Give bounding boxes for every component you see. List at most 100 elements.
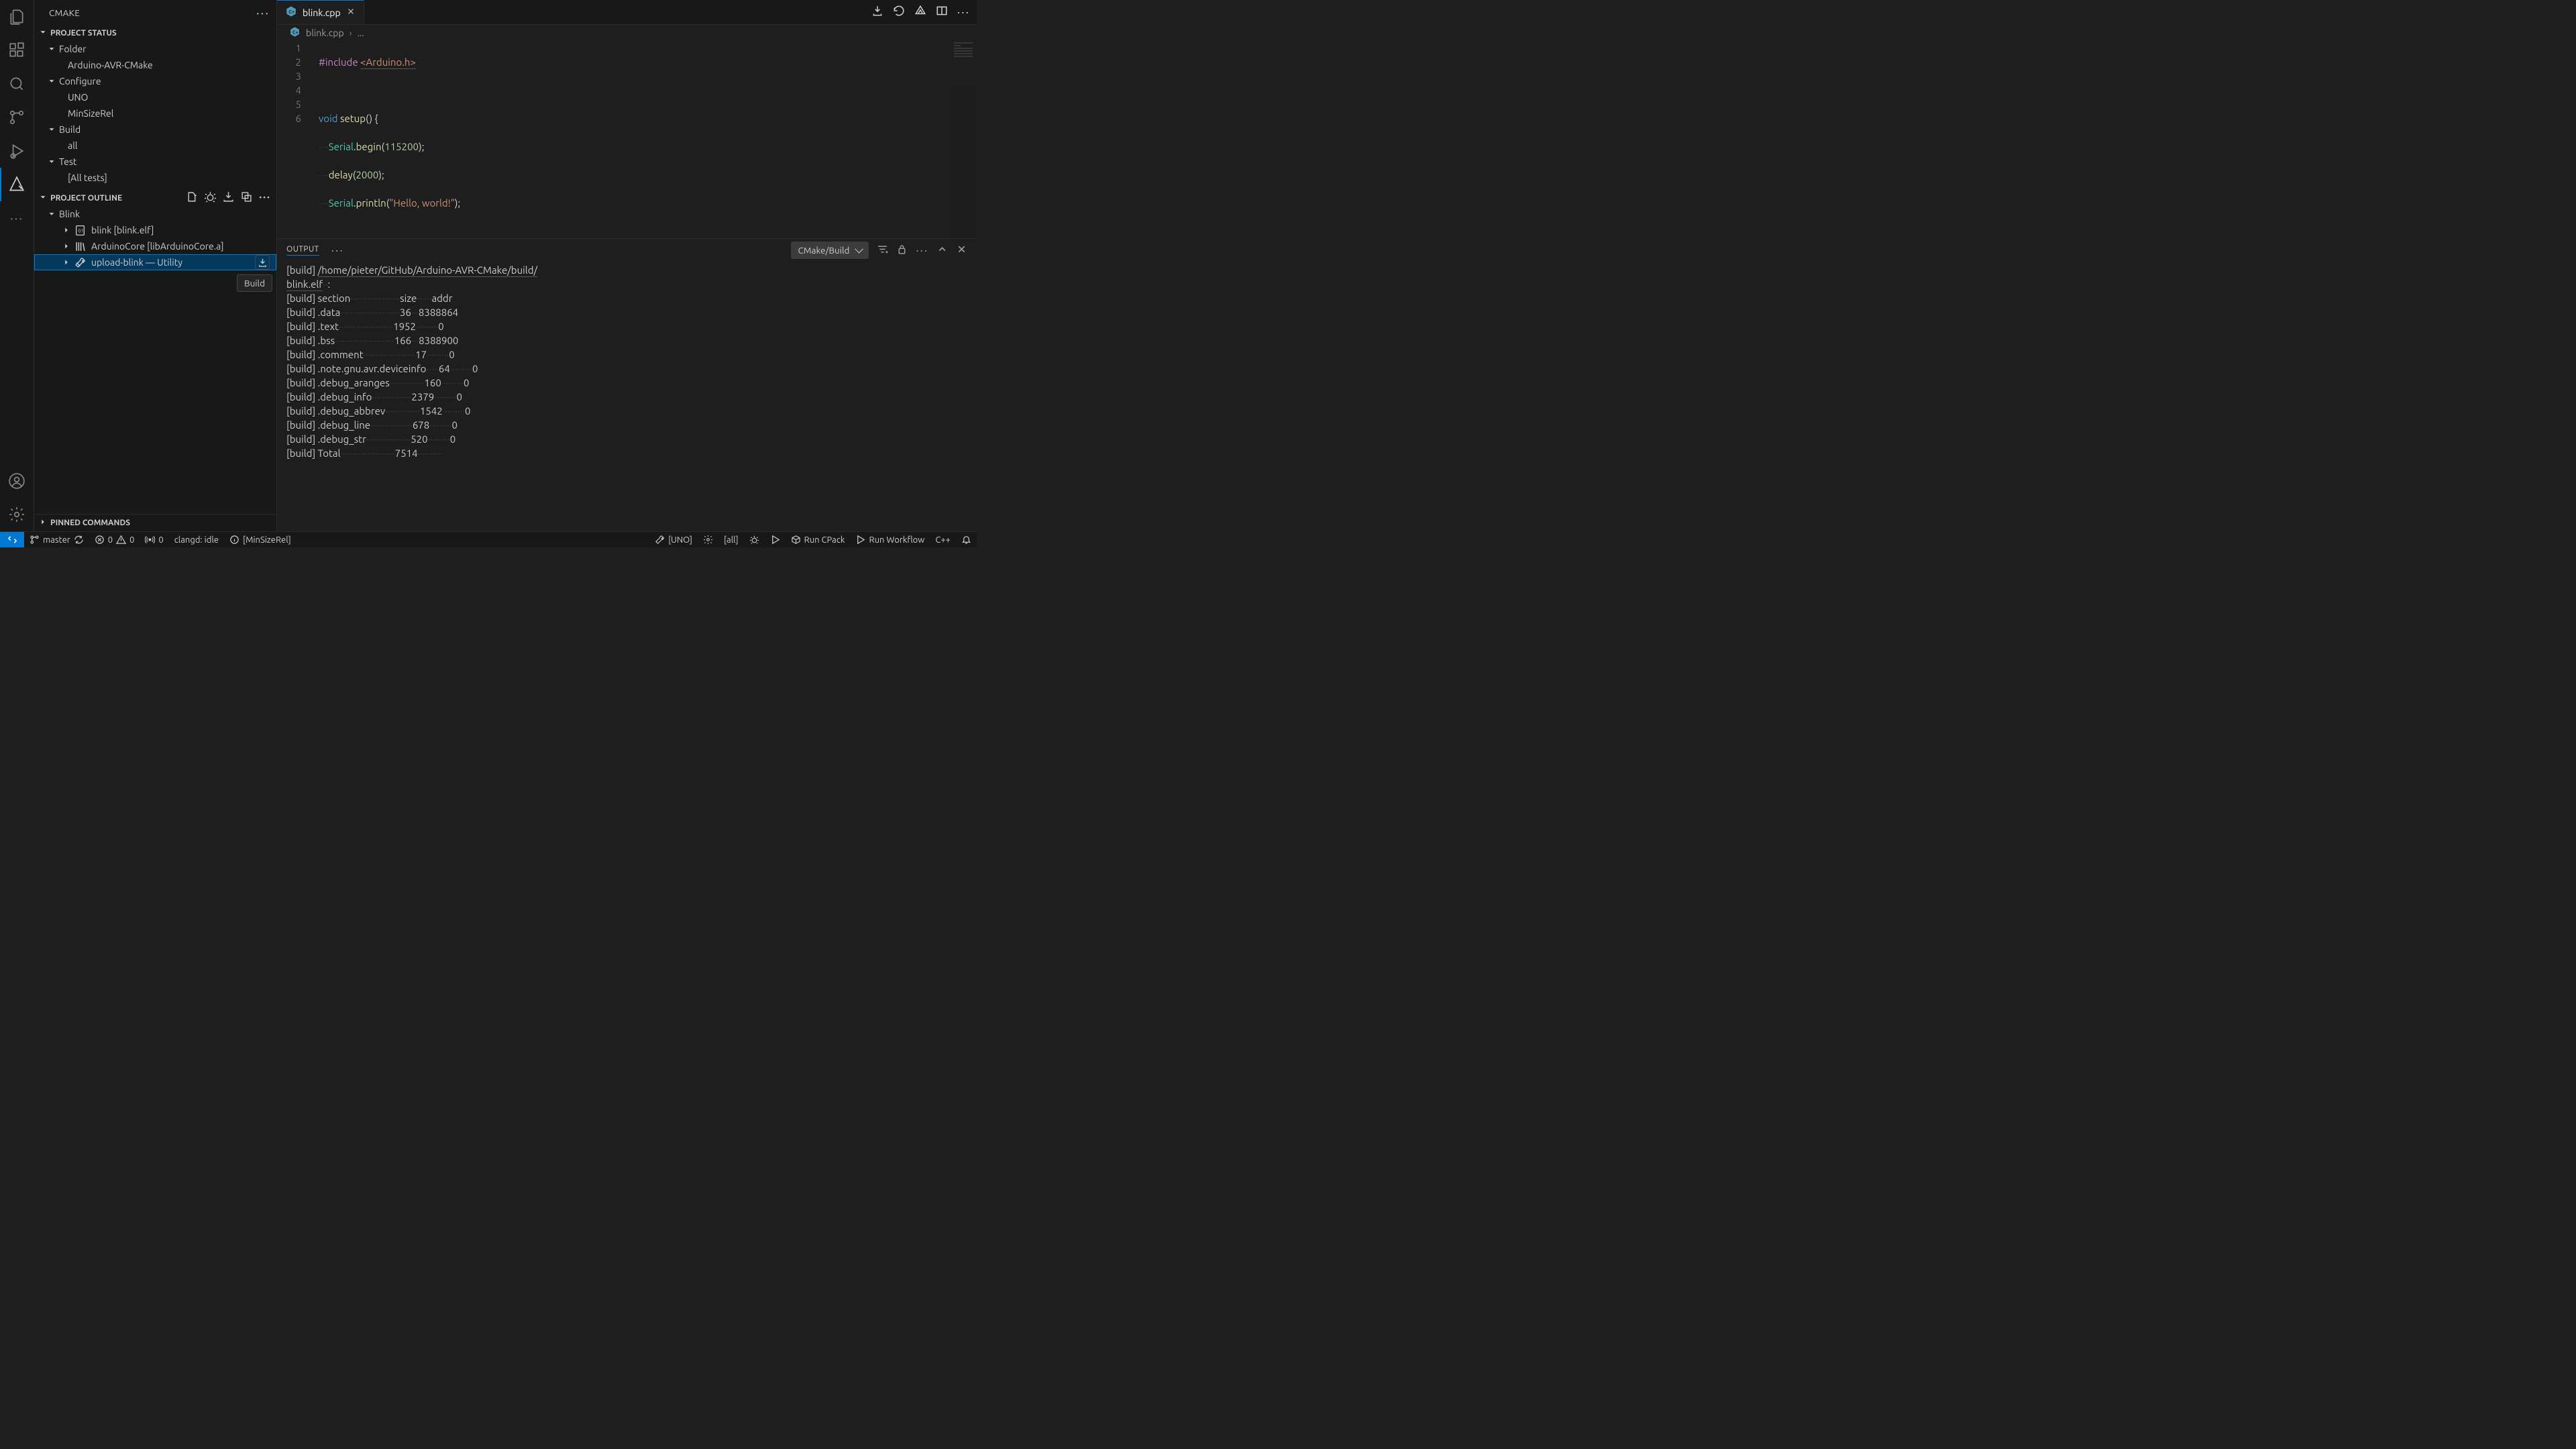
chevron-down-icon bbox=[46, 76, 57, 87]
tree-build[interactable]: Build bbox=[34, 121, 276, 138]
tab-blink-cpp[interactable]: C+ blink.cpp bbox=[277, 0, 364, 24]
bell-icon bbox=[961, 535, 971, 545]
status-build-settings[interactable] bbox=[698, 532, 718, 547]
svg-text:01: 01 bbox=[78, 228, 83, 233]
tab-action-build[interactable] bbox=[871, 5, 883, 19]
panel-tabs: OUTPUT ··· CMake/Build ··· bbox=[277, 239, 977, 262]
sidebar-title-label: CMAKE bbox=[49, 7, 80, 18]
tree-label: upload-blink — Utility bbox=[91, 257, 182, 268]
tree-value: UNO bbox=[68, 92, 88, 103]
activity-extensions[interactable] bbox=[0, 34, 34, 67]
status-target[interactable]: [all] bbox=[718, 532, 744, 547]
outline-more-button[interactable]: ··· bbox=[259, 191, 271, 205]
panel-more-button[interactable]: ··· bbox=[916, 244, 928, 257]
breadcrumb[interactable]: C+ blink.cpp › ... bbox=[277, 25, 977, 41]
extensions-icon bbox=[8, 42, 25, 59]
svg-text:C+: C+ bbox=[292, 30, 299, 35]
panel: OUTPUT ··· CMake/Build ··· [build] /home… bbox=[277, 238, 977, 531]
outline-collapse-button[interactable] bbox=[241, 191, 252, 205]
status-workflow[interactable]: Run Workflow bbox=[850, 532, 930, 547]
panel-tabs-more[interactable]: ··· bbox=[331, 244, 344, 257]
minimap[interactable] bbox=[950, 41, 977, 238]
status-branch[interactable]: master bbox=[24, 532, 89, 547]
output-channel-select[interactable]: CMake/Build bbox=[791, 241, 869, 259]
tab-close-button[interactable] bbox=[346, 7, 356, 18]
outline-debug-button[interactable] bbox=[205, 191, 216, 205]
activity-more[interactable]: ··· bbox=[0, 201, 34, 235]
status-remote[interactable] bbox=[0, 532, 24, 547]
activity-cmake[interactable] bbox=[0, 168, 34, 201]
package-icon bbox=[791, 535, 801, 545]
tab-label: blink.cpp bbox=[303, 7, 341, 18]
activity-settings[interactable] bbox=[0, 498, 34, 531]
outline-newfile-button[interactable] bbox=[186, 191, 198, 205]
status-problems[interactable]: 0 0 bbox=[89, 532, 140, 547]
tree-test-value[interactable]: [All tests] bbox=[34, 170, 276, 186]
bug-icon bbox=[749, 535, 759, 545]
tree-label: Blink bbox=[59, 209, 80, 219]
row-build-button[interactable] bbox=[255, 255, 270, 270]
status-notifications[interactable] bbox=[956, 532, 977, 547]
files-icon bbox=[8, 8, 25, 25]
status-clangd[interactable]: clangd: idle bbox=[169, 532, 224, 547]
code-area[interactable]: #include <Arduino.h> void setup() { ····… bbox=[313, 41, 977, 238]
tab-action-more[interactable]: ··· bbox=[957, 5, 970, 19]
breadcrumb-sep: › bbox=[350, 28, 352, 38]
status-lang-label: C++ bbox=[935, 535, 951, 545]
status-debug[interactable] bbox=[744, 532, 765, 547]
tab-action-split[interactable] bbox=[936, 5, 948, 19]
activity-explorer[interactable] bbox=[0, 0, 34, 34]
section-label: PROJECT STATUS bbox=[50, 29, 117, 38]
tree-configure[interactable]: Configure bbox=[34, 73, 276, 89]
status-variant[interactable]: [MinSizeRel] bbox=[224, 532, 297, 547]
tab-action-history[interactable] bbox=[893, 5, 905, 19]
tree-test[interactable]: Test bbox=[34, 154, 276, 170]
activity-search[interactable] bbox=[0, 67, 34, 101]
panel-maximize-button[interactable] bbox=[936, 244, 948, 257]
activity-scm[interactable] bbox=[0, 101, 34, 134]
status-variant-label: [MinSizeRel] bbox=[243, 535, 291, 545]
cmake-icon bbox=[8, 176, 25, 193]
status-run[interactable] bbox=[765, 532, 786, 547]
outline-item-2[interactable]: upload-blink — Utility Build bbox=[34, 254, 276, 270]
activity-bar: ··· bbox=[0, 0, 34, 531]
tree-folder-value[interactable]: Arduino-AVR-CMake bbox=[34, 57, 276, 73]
section-project-outline[interactable]: PROJECT OUTLINE ··· bbox=[34, 190, 276, 206]
outline-build-button[interactable] bbox=[223, 191, 234, 205]
tree-label: Folder bbox=[59, 44, 86, 54]
status-kit-label: [UNO] bbox=[668, 535, 692, 545]
panel-filter-button[interactable] bbox=[877, 244, 888, 257]
output-area[interactable]: [build] /home/pieter/GitHub/Arduino-AVR-… bbox=[277, 262, 977, 531]
chevron-down-icon bbox=[46, 209, 57, 219]
status-kit[interactable]: [UNO] bbox=[649, 532, 698, 547]
status-bar: master 0 0 0 clangd: idle [MinSizeRel] [… bbox=[0, 531, 977, 547]
tree-build-target[interactable]: all bbox=[34, 138, 276, 154]
outline-root[interactable]: Blink bbox=[34, 206, 276, 222]
status-cpack[interactable]: Run CPack bbox=[786, 532, 851, 547]
chevron-down-icon bbox=[46, 124, 57, 135]
chevron-down-icon bbox=[38, 28, 48, 39]
activity-account[interactable] bbox=[0, 464, 34, 498]
panel-tab-output[interactable]: OUTPUT bbox=[286, 245, 319, 256]
tree-folder[interactable]: Folder bbox=[34, 41, 276, 57]
section-label: PINNED COMMANDS bbox=[50, 519, 130, 527]
status-ports[interactable]: 0 bbox=[140, 532, 168, 547]
tab-bar: C+ blink.cpp ··· bbox=[277, 0, 977, 25]
sync-icon bbox=[74, 535, 84, 545]
panel-close-button[interactable] bbox=[956, 244, 967, 257]
tree-configure-variant[interactable]: MinSizeRel bbox=[34, 105, 276, 121]
status-language[interactable]: C++ bbox=[930, 532, 956, 547]
editor[interactable]: 123456 #include <Arduino.h> void setup()… bbox=[277, 41, 977, 238]
activity-debug[interactable] bbox=[0, 134, 34, 168]
tab-action-filter[interactable] bbox=[914, 5, 926, 19]
section-pinned-commands[interactable]: PINNED COMMANDS bbox=[34, 514, 276, 531]
outline-item-0[interactable]: 01 blink [blink.elf] bbox=[34, 222, 276, 238]
breadcrumb-file: blink.cpp bbox=[306, 28, 344, 38]
section-project-status[interactable]: PROJECT STATUS bbox=[34, 25, 276, 41]
sidebar: CMAKE ··· PROJECT STATUS Folder Arduino-… bbox=[34, 0, 277, 531]
outline-item-1[interactable]: ArduinoCore [libArduinoCore.a] bbox=[34, 238, 276, 254]
svg-text:C+: C+ bbox=[288, 9, 294, 15]
panel-lock-button[interactable] bbox=[896, 244, 908, 257]
sidebar-more-button[interactable]: ··· bbox=[256, 5, 270, 20]
tree-configure-kit[interactable]: UNO bbox=[34, 89, 276, 105]
